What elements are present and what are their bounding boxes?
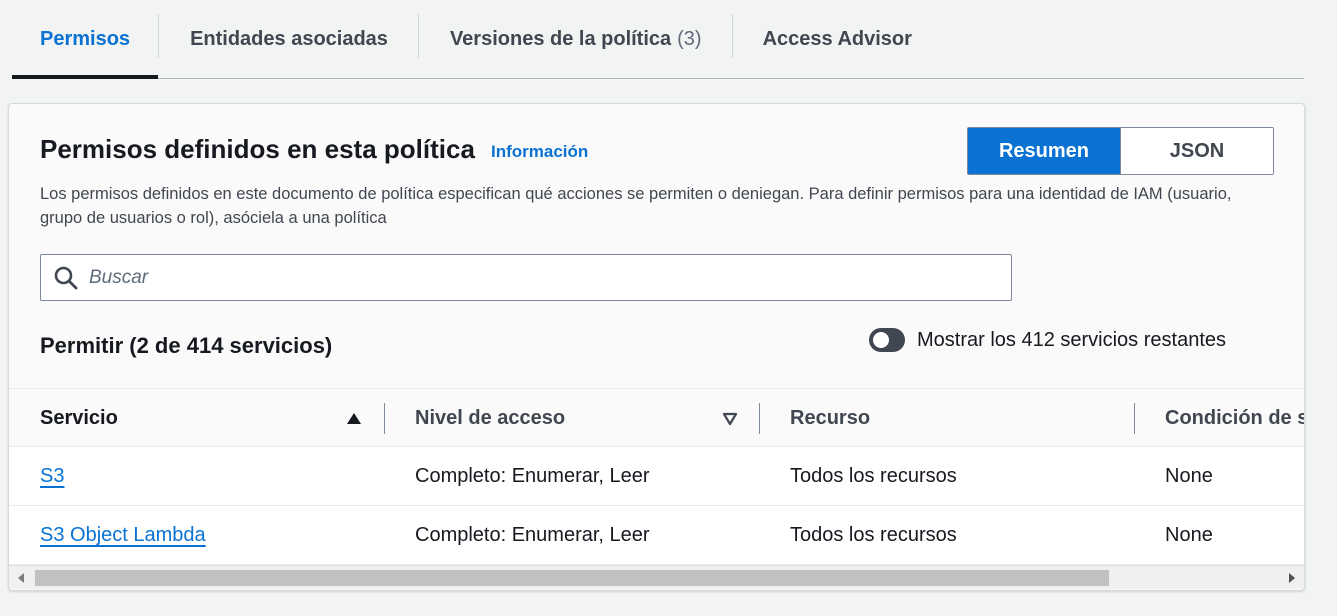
panel-title: Permisos definidos en esta política [40, 134, 475, 164]
tab-label: Entidades asociadas [190, 27, 388, 50]
column-divider[interactable] [384, 403, 385, 434]
sort-ascending-icon[interactable] [345, 410, 363, 428]
cell-access-level: Completo: Enumerar, Leer [415, 465, 650, 487]
table-row: S3 Object Lambda Completo: Enumerar, Lee… [9, 506, 1304, 565]
cell-resource: Todos los recursos [790, 465, 957, 487]
cell-access-level: Completo: Enumerar, Leer [415, 524, 650, 546]
cell-service: S3 [40, 447, 64, 506]
search-box [40, 254, 1012, 301]
search-icon [53, 265, 79, 291]
column-header-service[interactable]: Servicio [40, 389, 118, 448]
allow-section-title: Permitir (2 de 414 servicios) [40, 333, 333, 358]
table-row: S3 Completo: Enumerar, Leer Todos los re… [9, 447, 1304, 506]
json-button[interactable]: JSON [1120, 128, 1273, 174]
cell-resource: Todos los recursos [790, 524, 957, 546]
tab-bar: Permisos Entidades asociadas Versiones d… [12, 0, 1304, 79]
column-header-access-level[interactable]: Nivel de acceso [415, 389, 565, 448]
sort-descending-icon[interactable] [721, 410, 739, 428]
tab-label: Access Advisor [762, 27, 912, 50]
cell-condition: None [1165, 465, 1213, 487]
service-link[interactable]: S3 [40, 465, 64, 488]
tab-access-advisor[interactable]: Access Advisor [733, 0, 942, 78]
scroll-left-icon[interactable] [13, 570, 29, 586]
column-divider[interactable] [759, 403, 760, 434]
view-segmented-control: Resumen JSON [967, 127, 1274, 175]
tab-count: (3) [677, 27, 702, 50]
service-link[interactable]: S3 Object Lambda [40, 524, 206, 547]
cell-service: S3 Object Lambda [40, 506, 206, 565]
horizontal-scrollbar[interactable] [9, 565, 1304, 589]
column-header-resource[interactable]: Recurso [790, 389, 870, 448]
permissions-panel: Permisos definidos en esta política Info… [8, 103, 1305, 591]
column-header-condition[interactable]: Condición de s [1165, 389, 1304, 448]
column-divider[interactable] [1134, 403, 1135, 434]
search-input[interactable] [89, 255, 1011, 300]
tab-label: Versiones de la política [449, 27, 672, 50]
permissions-table: Servicio Nivel de acceso Recurso Condici… [9, 388, 1304, 565]
info-link[interactable]: Información [491, 142, 588, 162]
cell-condition: None [1165, 524, 1213, 546]
tab-versiones[interactable]: Versiones de la política (3) [419, 0, 732, 78]
summary-button[interactable]: Resumen [968, 128, 1120, 174]
panel-description: Los permisos definidos en este documento… [40, 185, 1232, 227]
show-remaining-label: Mostrar los 412 servicios restantes [917, 328, 1227, 351]
tab-entidades-asociadas[interactable]: Entidades asociadas [159, 0, 418, 78]
table-header: Servicio Nivel de acceso Recurso Condici… [9, 388, 1304, 448]
tab-permisos[interactable]: Permisos [12, 0, 159, 79]
scrollbar-thumb[interactable] [35, 570, 1109, 586]
show-remaining-toggle[interactable] [869, 328, 905, 352]
show-remaining-toggle-group: Mostrar los 412 servicios restantes [869, 328, 1226, 352]
toggle-knob [873, 332, 889, 348]
scroll-right-icon[interactable] [1284, 570, 1300, 586]
tab-label: Permisos [40, 27, 131, 50]
